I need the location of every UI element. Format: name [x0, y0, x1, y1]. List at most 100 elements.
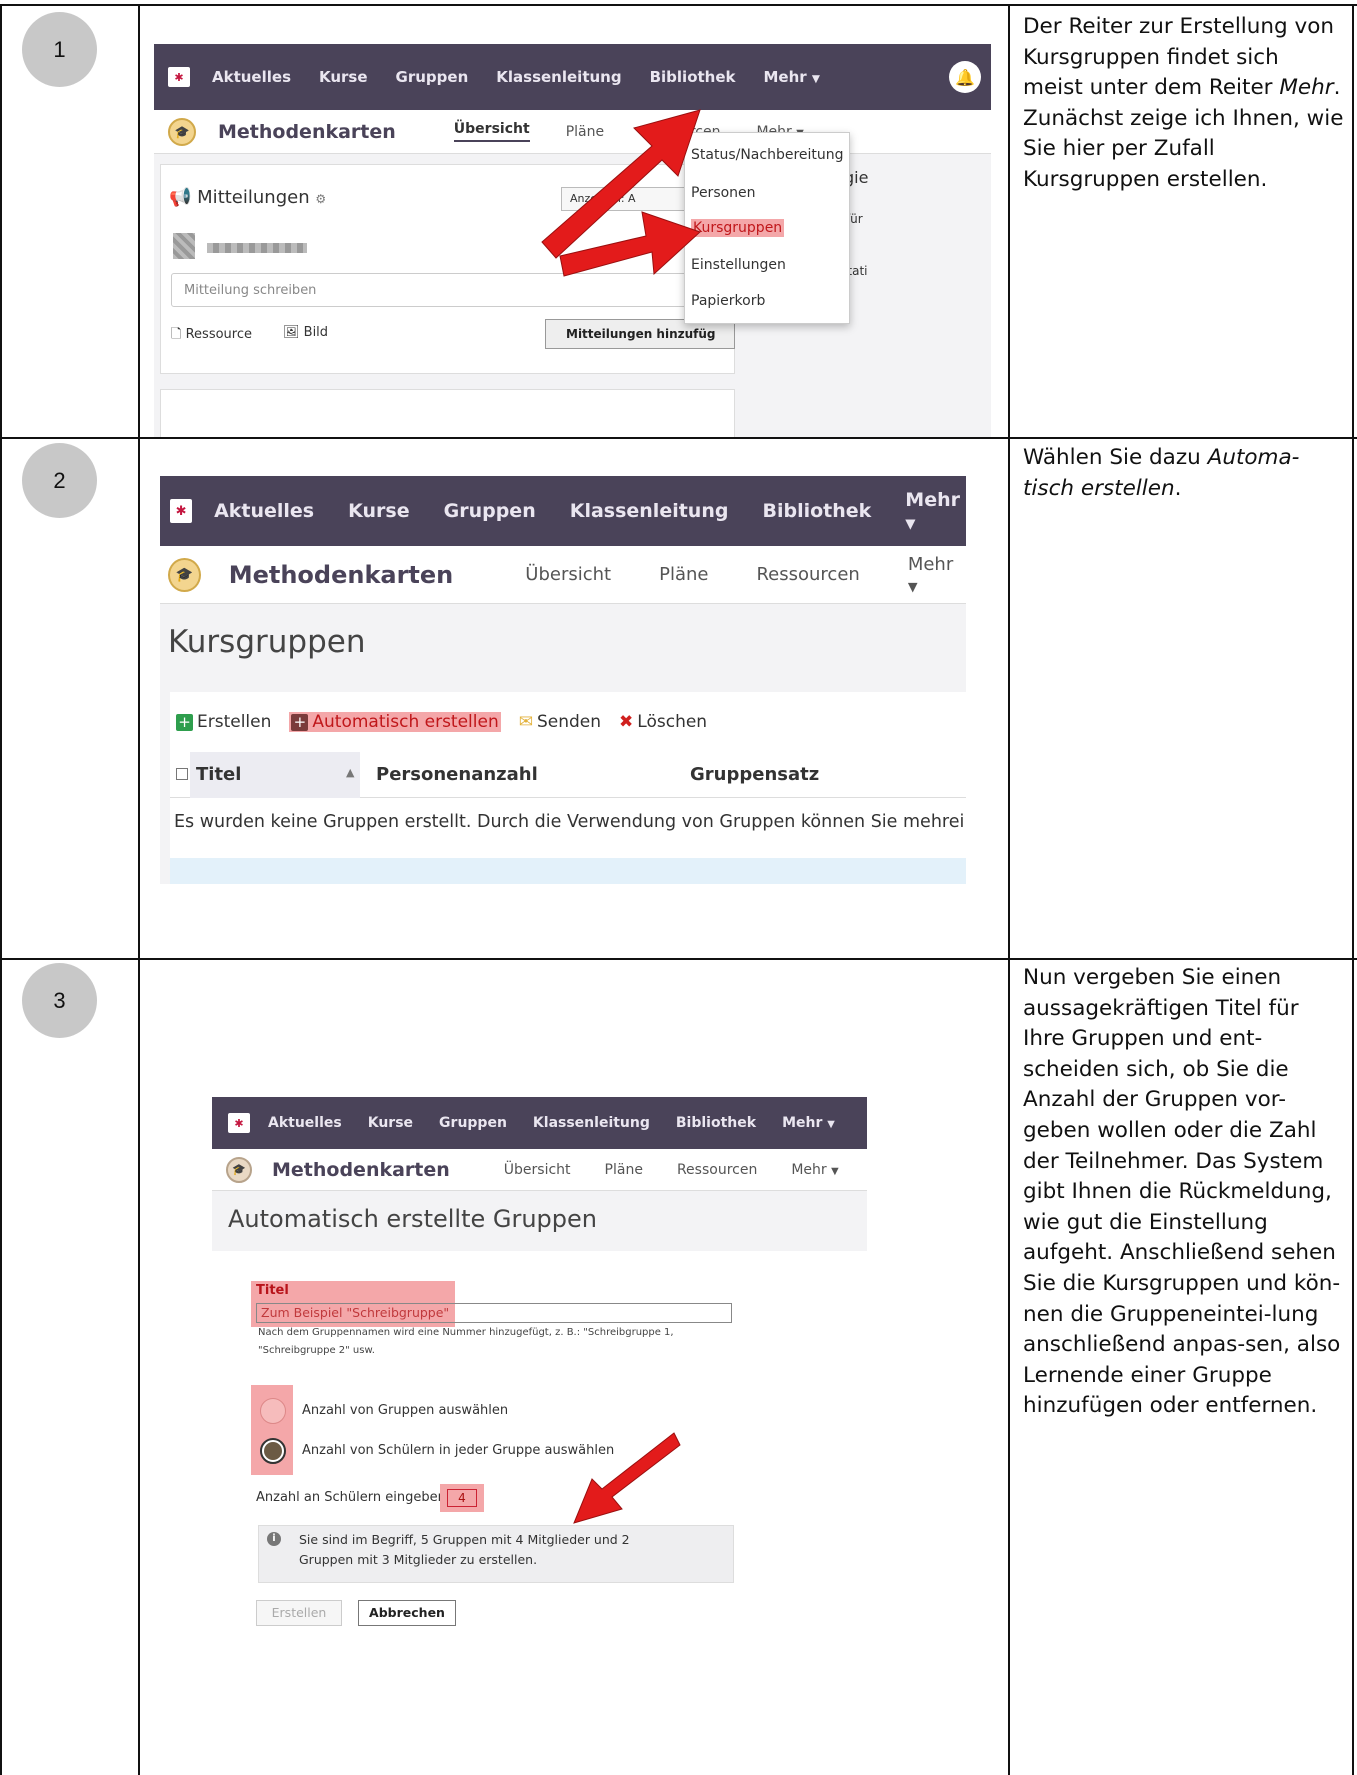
info-icon: i [267, 1532, 281, 1546]
plus-icon: + [291, 713, 309, 731]
member-count-highlight: 4 [440, 1484, 484, 1512]
school-logo-icon: ✱ [168, 67, 190, 87]
create-button[interactable]: Erstellen [256, 1600, 342, 1626]
title-label: Titel [256, 1283, 289, 1298]
tab-ressourcen[interactable]: Ressourcen [677, 1162, 757, 1178]
nav-item-gruppen[interactable]: Gruppen [439, 1115, 507, 1131]
table-row-divider [0, 958, 1357, 960]
nav-item-gruppen[interactable]: Gruppen [444, 500, 536, 522]
menu-item-papierkorb[interactable]: Papierkorb [691, 293, 765, 309]
nav-item-aktuelles[interactable]: Aktuelles [212, 68, 291, 86]
nav-item-bibliothek[interactable]: Bibliothek [676, 1115, 756, 1131]
notification-button[interactable]: 🔔 [949, 61, 981, 93]
sort-ascending-icon[interactable]: ▲ [346, 766, 354, 779]
panel-title: Mitteilungen [197, 187, 310, 208]
red-arrow-icon [573, 1432, 681, 1524]
nav-item-aktuelles[interactable]: Aktuelles [214, 500, 314, 522]
menu-item-einstellungen[interactable]: Einstellungen [691, 257, 786, 273]
avatar [173, 233, 195, 259]
nav-item-kurse[interactable]: Kurse [319, 68, 368, 86]
member-count-input[interactable]: 4 [447, 1489, 477, 1507]
column-person-count[interactable]: Personenanzahl [376, 764, 538, 785]
nav-item-klassenleitung[interactable]: Klassenleitung [533, 1115, 650, 1131]
tab-uebersicht[interactable]: Übersicht [453, 121, 530, 142]
column-group-set[interactable]: Gruppensatz [690, 764, 819, 785]
tab-plaene[interactable]: Pläne [659, 564, 708, 585]
cancel-button[interactable]: Abbrechen [358, 1600, 456, 1626]
attach-image-button[interactable]: 🖼 Bild [283, 325, 328, 340]
groups-panel: + Erstellen + Automatisch erstellen ✉ Se… [170, 692, 966, 884]
close-icon: ✖ [619, 712, 634, 732]
column-title[interactable]: Titel [196, 764, 241, 785]
page-title: Kursgruppen [168, 624, 366, 660]
select-all-checkbox[interactable] [176, 768, 188, 780]
envelope-icon: ✉ [518, 712, 533, 732]
course-cap-icon: 🎓 [168, 557, 201, 592]
radio-group-count[interactable] [260, 1398, 286, 1424]
tab-uebersicht[interactable]: Übersicht [525, 564, 611, 585]
megaphone-icon: 📢 [169, 187, 192, 208]
menu-item-status[interactable]: Status/Nachbereitung [691, 147, 844, 163]
nav-item-gruppen[interactable]: Gruppen [396, 68, 469, 86]
tab-mehr[interactable]: Mehr ▼ [791, 1162, 838, 1178]
nav-item-kurse[interactable]: Kurse [348, 500, 409, 522]
table-col-divider [1008, 5, 1010, 1775]
step-number-badge: 3 [22, 963, 97, 1038]
gear-icon[interactable]: ⚙ [315, 192, 326, 206]
radio-member-count-label: Anzahl von Schülern in jeder Gruppe ausw… [302, 1443, 615, 1458]
table-col-divider [138, 5, 140, 1775]
radio-member-count[interactable] [260, 1438, 286, 1464]
attach-resource-button[interactable]: 🗋 Ressource [171, 325, 252, 347]
nav-item-mehr[interactable]: Mehr ▼ [764, 68, 821, 86]
image-icon: 🖼 [283, 325, 300, 340]
step-instruction: Der Reiter zur Erstellung von Kursgruppe… [1023, 14, 1344, 192]
next-panel [160, 389, 735, 437]
delete-button[interactable]: ✖ Löschen [619, 712, 707, 732]
document-icon: 🗋 [171, 327, 182, 342]
create-button[interactable]: + Erstellen [176, 712, 271, 732]
course-navigation: 🎓 Methodenkarten Übersicht Pläne Ressour… [160, 546, 966, 604]
nav-item-bibliothek[interactable]: Bibliothek [762, 500, 871, 522]
tab-mehr[interactable]: Mehr ▼ [908, 554, 966, 596]
page-title: Automatisch erstellte Gruppen [228, 1205, 597, 1233]
send-button[interactable]: ✉ Senden [519, 712, 601, 732]
blurred-username [207, 243, 307, 253]
nav-item-aktuelles[interactable]: Aktuelles [268, 1115, 342, 1131]
auto-create-button[interactable]: + Automatisch erstellen [289, 712, 501, 732]
panel-header: 📢 Mitteilungen ⚙ [169, 187, 326, 208]
table-border-top [0, 4, 1357, 6]
mehr-dropdown-menu: Status/Nachbereitung Personen Kursgruppe… [684, 132, 850, 324]
table-border-right [1352, 5, 1354, 1775]
empty-state-text: Es wurden keine Gruppen erstellt. Durch … [174, 812, 964, 832]
nav-item-klassenleitung[interactable]: Klassenleitung [570, 500, 729, 522]
table-border-left [0, 5, 2, 1775]
info-box [170, 858, 966, 884]
page-header: Automatisch erstellte Gruppen [212, 1191, 867, 1251]
calculation-text: Gruppen mit 3 Mitglieder zu erstellen. [299, 1552, 538, 1567]
top-navigation: ✱ Aktuelles Kurse Gruppen Klassenleitung… [212, 1097, 867, 1149]
red-arrow-icon [559, 211, 701, 277]
school-logo-icon: ✱ [170, 499, 193, 523]
tab-plaene[interactable]: Pläne [605, 1162, 643, 1178]
action-toolbar: + Erstellen + Automatisch erstellen ✉ Se… [176, 712, 707, 732]
screenshot-step-2: ✱ Aktuelles Kurse Gruppen Klassenleitung… [160, 476, 966, 884]
course-title[interactable]: Methodenkarten [272, 1159, 450, 1181]
nav-item-mehr[interactable]: Mehr ▼ [782, 1115, 835, 1131]
screenshot-step-1: ✱ Aktuelles Kurse Gruppen Klassenleitung… [154, 44, 991, 437]
title-input[interactable]: Zum Beispiel "Schreibgruppe" [256, 1303, 732, 1323]
course-title[interactable]: Methodenkarten [229, 561, 454, 589]
course-cap-icon: 🎓 [226, 1156, 252, 1183]
bell-icon: 🔔 [955, 67, 975, 87]
step-instruction: Wählen Sie dazu Automa-tisch erstellen. [1023, 445, 1300, 501]
step-instruction: Nun vergeben Sie einen aussagekräftigen … [1023, 965, 1341, 1419]
school-logo-icon: ✱ [228, 1113, 250, 1133]
nav-item-kurse[interactable]: Kurse [368, 1115, 413, 1131]
course-title[interactable]: Methodenkarten [218, 121, 396, 143]
step-number-badge: 1 [22, 12, 97, 87]
tab-uebersicht[interactable]: Übersicht [504, 1162, 571, 1178]
nav-item-mehr[interactable]: Mehr ▼ [905, 489, 966, 533]
step-number-badge: 2 [22, 443, 97, 518]
menu-item-kursgruppen[interactable]: Kursgruppen [691, 219, 785, 237]
tab-ressourcen[interactable]: Ressourcen [756, 564, 859, 585]
member-count-label: Anzahl an Schülern eingeben [256, 1490, 446, 1505]
